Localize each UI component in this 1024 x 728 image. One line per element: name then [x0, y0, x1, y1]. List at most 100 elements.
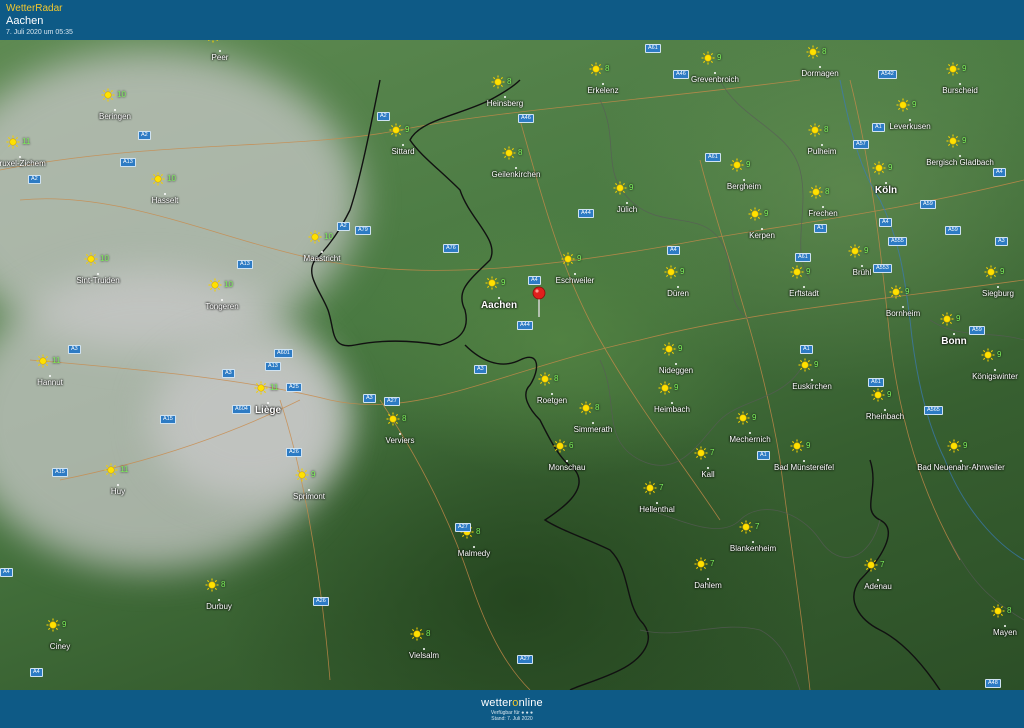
temperature: 8	[824, 125, 829, 134]
place-name: Bad Münstereifel	[773, 463, 835, 472]
sun-icon	[502, 146, 516, 160]
map-place[interactable]: 7 Kall	[694, 446, 715, 479]
temperature: 9	[962, 136, 967, 145]
place-name: Aachen	[480, 300, 518, 311]
map-place[interactable]: 7 Blankenheim	[730, 520, 776, 553]
place-name: Euskirchen	[792, 382, 832, 391]
map-place[interactable]: 10 Sint-Truiden	[76, 252, 120, 285]
map-place[interactable]: 9 Jülich	[613, 181, 637, 214]
sun-icon	[940, 312, 954, 326]
map-place[interactable]: 10 Beringen	[99, 88, 131, 121]
map-place[interactable]: 9 Eschweiler	[556, 252, 594, 285]
temperature: 9	[674, 383, 679, 392]
map-place[interactable]: 10 Maastricht	[304, 230, 340, 263]
map-place[interactable]: 9 Nideggen	[659, 342, 693, 375]
sun-icon	[871, 388, 885, 402]
place-dot	[59, 639, 61, 641]
road-label: A4	[0, 568, 13, 577]
sun-icon	[798, 358, 812, 372]
map-place[interactable]: 9 Bergheim	[727, 158, 761, 191]
sun-icon	[736, 411, 750, 425]
map-place[interactable]: 8 Heinsberg	[487, 75, 523, 108]
place-dot	[498, 297, 500, 299]
temperature: 10	[167, 174, 176, 183]
map-place[interactable]: 9 Bergisch Gladbach	[926, 134, 994, 167]
map-place[interactable]: 9 Sittard	[389, 123, 415, 156]
place-name: Mayen	[992, 628, 1018, 637]
map-place[interactable]: 11 Hannut	[36, 354, 63, 387]
road-label: A3	[363, 394, 376, 403]
map-place[interactable]: 9 Euskirchen	[792, 358, 832, 391]
map-place[interactable]: 9 Sprimont	[293, 468, 325, 501]
map-place[interactable]: 8 Geilenkirchen	[492, 146, 540, 179]
map-place[interactable]: 8 Dormagen	[801, 45, 839, 78]
map-place[interactable]: 7 Dahlem	[694, 557, 722, 590]
place-name: Bad Neuenahr-Ahrweiler	[917, 463, 1005, 472]
map-place[interactable]: 9 Düren	[664, 265, 689, 298]
map-place[interactable]: 9 Bornheim	[886, 285, 920, 318]
map-place[interactable]: 6 Monschau	[549, 439, 585, 472]
map-place[interactable]: 9 Erftstadt	[789, 265, 819, 298]
place-dot	[902, 306, 904, 308]
road-label: A3	[222, 369, 235, 378]
road-label: A1	[800, 345, 813, 354]
map-place[interactable]: 9 Kerpen	[748, 207, 775, 240]
map-place[interactable]: 8 Mayen	[991, 604, 1017, 637]
temperature: 7	[710, 559, 715, 568]
map-place[interactable]: 8 Simmerath	[574, 401, 612, 434]
weather-map[interactable]: 8Peer10Beringen11Bruxel-Zichem10Hasselt1…	[0, 40, 1024, 690]
temperature: 9	[62, 620, 67, 629]
map-place[interactable]: 9 Köln	[872, 161, 897, 196]
place-dot	[399, 433, 401, 435]
map-place[interactable]: 8 Pulheim	[808, 123, 836, 156]
map-place[interactable]: 11 Bruxel-Zichem	[0, 135, 46, 168]
map-place[interactable]: 9 Brühl	[848, 244, 871, 277]
map-place[interactable]: 8 Frechen	[808, 185, 838, 218]
road-label: A79	[355, 226, 371, 235]
map-place[interactable]: 9 Ciney	[46, 618, 70, 651]
place-dot	[49, 375, 51, 377]
map-place[interactable]: 8Peer	[208, 40, 228, 62]
place-dot	[803, 286, 805, 288]
sun-icon	[561, 252, 575, 266]
map-place[interactable]: 9 Burscheid	[942, 62, 978, 95]
brand-logo[interactable]: wetteronline	[0, 697, 1024, 709]
road-label: A4	[30, 668, 43, 677]
map-place[interactable]: 8 Malmedy	[458, 525, 490, 558]
place-name: Roetgen	[536, 396, 568, 405]
map-place[interactable]: 11 Huy	[104, 463, 128, 496]
temperature: 9	[629, 183, 634, 192]
map-place[interactable]: 9 Königswinter	[972, 348, 1018, 381]
place-name: Leverkusen	[889, 122, 931, 131]
map-place[interactable]: 7 Hellenthal	[639, 481, 675, 514]
map-place[interactable]: 9 Bonn	[940, 312, 967, 347]
map-place[interactable]: 10 Tongeren	[205, 278, 239, 311]
map-place[interactable]: 9 Bad Neuenahr-Ahrweiler	[917, 439, 1005, 472]
place-name: Rheinbach	[865, 412, 905, 421]
map-place[interactable]: 8 Roetgen	[537, 372, 567, 405]
map-place[interactable]: 11 Liège	[254, 381, 281, 416]
map-place[interactable]: 9 Grevenbroich	[691, 51, 739, 84]
map-place[interactable]: 9 Heimbach	[654, 381, 690, 414]
sun-icon	[790, 265, 804, 279]
map-place[interactable]: 8 Erkelenz	[587, 62, 619, 95]
map-place[interactable]: 9 Rheinbach	[866, 388, 904, 421]
sun-icon	[984, 265, 998, 279]
map-place[interactable]: 9 Aachen	[481, 276, 517, 311]
place-dot	[218, 599, 220, 601]
map-place[interactable]: 9 Leverkusen	[889, 98, 931, 131]
location-pin-icon[interactable]	[532, 286, 546, 323]
map-place[interactable]: 8 Verviers	[386, 412, 414, 445]
sun-icon	[664, 265, 678, 279]
map-place[interactable]: 7 Adenau	[864, 558, 892, 591]
place-dot	[504, 96, 506, 98]
place-dot	[267, 402, 269, 404]
map-place[interactable]: 10 Hasselt	[151, 172, 178, 205]
map-place[interactable]: 9 Bad Münstereifel	[774, 439, 834, 472]
map-place[interactable]: 8 Durbuy	[205, 578, 232, 611]
temperature: 10	[117, 90, 126, 99]
map-place[interactable]: 9 Mechernich	[729, 411, 771, 444]
road-label: A2	[377, 112, 390, 121]
map-place[interactable]: 9 Siegburg	[982, 265, 1014, 298]
map-place[interactable]: 8 Vielsalm	[409, 627, 439, 660]
